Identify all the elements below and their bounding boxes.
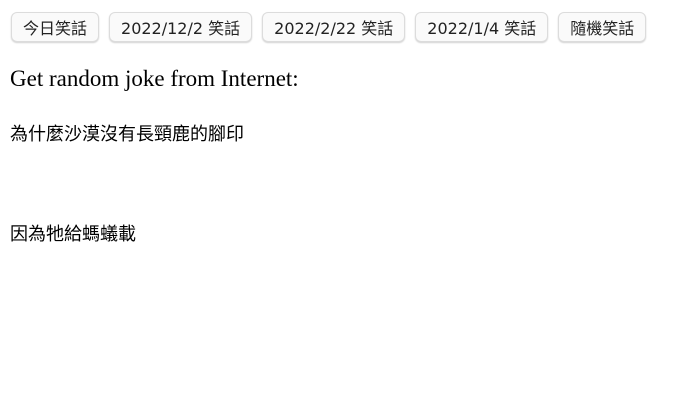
joke-answer: 因為牠給螞蟻載 xyxy=(10,224,136,245)
page-heading: Get random joke from Internet: xyxy=(10,66,299,91)
random-joke-button[interactable]: 隨機笑話 xyxy=(558,12,647,42)
joke-2022-12-2-button[interactable]: 2022/12/2 笑話 xyxy=(109,12,253,42)
joke-2022-2-22-button[interactable]: 2022/2/22 笑話 xyxy=(262,12,406,42)
today-joke-button[interactable]: 今日笑話 xyxy=(11,12,100,42)
joke-2022-1-4-button[interactable]: 2022/1/4 笑話 xyxy=(415,12,549,42)
joke-question: 為什麼沙漠沒有長頸鹿的腳印 xyxy=(10,124,244,145)
joke-toolbar: 今日笑話 2022/12/2 笑話 2022/2/22 笑話 2022/1/4 … xyxy=(11,12,647,42)
